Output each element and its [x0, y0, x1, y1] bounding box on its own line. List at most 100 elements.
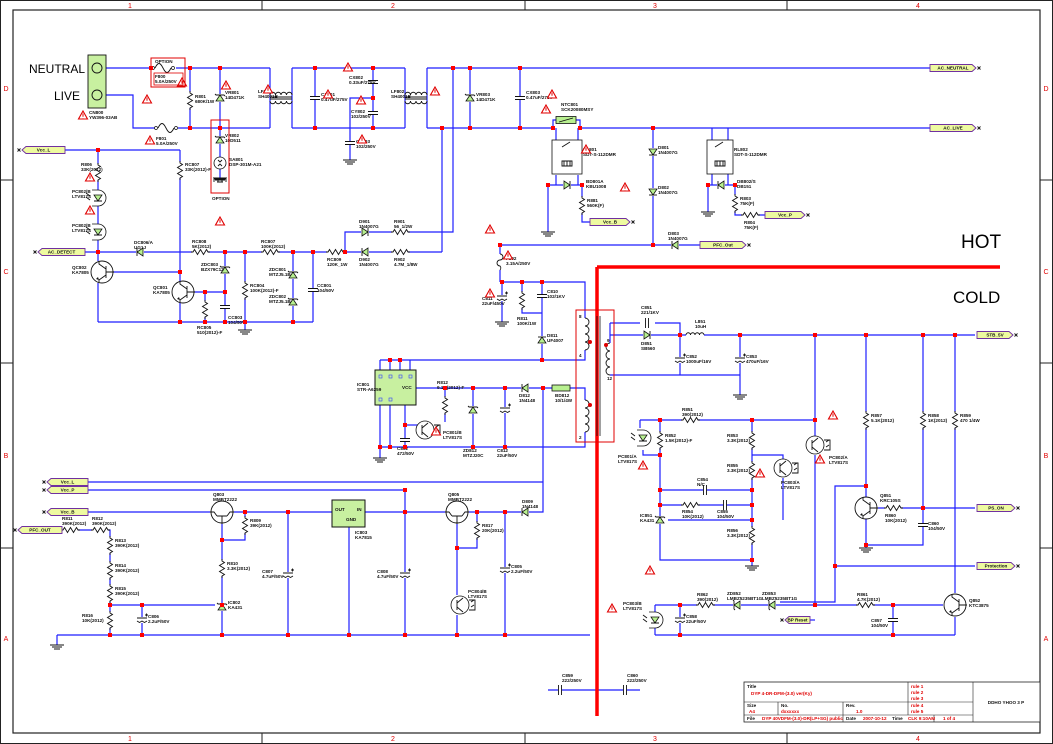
component-value: MTZJ5.1B	[269, 272, 291, 277]
component-value: 22uF/50V	[686, 619, 707, 624]
junction-dot	[220, 603, 224, 607]
junction-dot	[455, 633, 459, 637]
component-value: 2.2uF/50V	[511, 569, 533, 574]
junction-dot	[403, 445, 407, 449]
component-value: 390(2012)	[697, 597, 718, 602]
component-value: LMBZ5235BT1G	[762, 596, 798, 601]
warning-icon	[429, 85, 441, 96]
column-label: 2	[391, 3, 395, 10]
junction-dot	[706, 183, 710, 187]
junction-dot	[398, 358, 402, 362]
component-value: 10K(2012)	[82, 618, 104, 623]
component-lf801: LF801SH4001B	[258, 89, 293, 105]
junction-dot	[140, 633, 144, 637]
junction-dot	[218, 126, 222, 130]
net-label-vcc-p-bot: Vcc_P	[42, 486, 89, 494]
date-value: 2007-10-12	[863, 716, 887, 721]
component-r810: R8103.3K(2012)	[218, 559, 250, 578]
component-c801: CC801104/50V	[308, 283, 335, 293]
junction-dot	[313, 126, 317, 130]
junction-dot	[223, 250, 227, 254]
junction-dot	[750, 418, 754, 422]
rule-5: rule 5	[911, 709, 924, 714]
component-c811: C81122uF/450V	[482, 291, 508, 306]
net-label-text: AC_DETECT	[48, 250, 76, 255]
ground-icon	[495, 321, 509, 327]
junction-dot	[468, 66, 472, 70]
junction-dot	[498, 243, 502, 247]
component-value: 221/1KV	[641, 310, 660, 315]
component-value: SH4001B	[391, 94, 412, 99]
net-label-pfc-out-top: PFC_Out	[699, 241, 751, 249]
junction-dot	[503, 386, 507, 390]
component-value: 3.3K(2012)	[727, 468, 750, 473]
sheet-value: 1 of 4	[943, 716, 955, 721]
warning-icon	[84, 204, 96, 215]
live-label: LIVE	[54, 89, 80, 103]
component-value: 1N4148	[519, 398, 536, 403]
junction-dot	[578, 126, 582, 130]
junction-dot	[220, 538, 224, 542]
cold-zone-label: COLD	[953, 288, 1000, 307]
component-pc801c: PC801/BLTV817S	[415, 420, 462, 440]
component-ic851: IC851KA431	[640, 513, 666, 524]
component-value: 1K(2012)	[928, 418, 948, 423]
component-value: 5.1K(2012)	[871, 418, 894, 423]
component-value: 3.3K(2012)	[727, 533, 750, 538]
junction-dot	[503, 633, 507, 637]
warning-icon	[606, 602, 618, 613]
junction-dot	[500, 280, 504, 284]
mains-connector-cn800: CN800YW396-03AB	[87, 54, 118, 120]
junction-dot	[223, 320, 227, 324]
component-r804: R80475K(F)	[741, 211, 760, 230]
component-value: 10K(2012)	[682, 514, 704, 519]
junction-dot	[313, 66, 317, 70]
pin-label: OUT	[335, 507, 345, 512]
title-block: Title DYP 4-DR-DFM-(3.0) ver(Ky) Size A4…	[743, 681, 1041, 723]
junction-dot	[921, 506, 925, 510]
pin-label: GND	[346, 517, 357, 522]
component-value: 222/250V	[627, 678, 648, 683]
component-value: 3.15A/250V	[506, 261, 531, 266]
component-value: 120K_1W	[327, 262, 348, 267]
component-value: DB151	[737, 184, 752, 189]
junction-dot	[750, 503, 754, 507]
component-r812: R8129.1K(2012)-F	[437, 380, 465, 415]
component-value: KA431	[228, 605, 243, 610]
component-bd801a: BD801AKBU1008	[563, 179, 607, 190]
component-vr802: VR80210D511	[214, 133, 241, 144]
component-f801: F8015.0A/250V	[154, 123, 179, 146]
junction-dot	[813, 333, 817, 337]
component-q802: QC802KA7805	[72, 260, 114, 284]
net-label-text: Protection	[985, 564, 1008, 569]
component-value: UF4007	[547, 338, 564, 343]
component-value: 4.7M_1/8W	[394, 262, 418, 267]
component-value: MMBT2222	[448, 497, 472, 502]
component-c808: C8084.7uF/50V	[377, 568, 411, 579]
component-r858: R8581K(2012)	[919, 411, 948, 430]
component-c860: C860104/50V	[918, 521, 946, 531]
rule-1: rule 1	[911, 684, 924, 689]
option-label: OPTION	[212, 196, 230, 201]
warning-icon	[827, 409, 839, 420]
component-c807: C8074.7uF/50V	[262, 568, 294, 579]
component-value: 33K(2012)	[81, 167, 103, 172]
net-label-text: Vcc_L	[61, 480, 75, 485]
junction-dot	[371, 126, 375, 130]
component-cy802: CY802102/250V	[351, 109, 378, 119]
row-label: C	[3, 269, 8, 276]
junction-dot	[311, 250, 315, 254]
warning-icon	[484, 223, 496, 234]
junction-dot	[540, 358, 544, 362]
component-value: SCK20080MSY	[561, 107, 593, 112]
junction-dot	[518, 66, 522, 70]
component-value: 4.7K(2012)	[857, 597, 880, 602]
component-value: 10D511	[225, 138, 241, 143]
component-value: 9.1K(2012)-F	[437, 385, 465, 390]
component-value: LTV817S	[623, 606, 642, 611]
net-label-text: PFC_Out	[713, 243, 733, 248]
component-value: 104/50V	[717, 514, 735, 519]
component-f800: F8005.0A/250V	[151, 63, 178, 84]
component-value: 222/250V	[562, 678, 583, 683]
warning-icon	[754, 467, 766, 478]
